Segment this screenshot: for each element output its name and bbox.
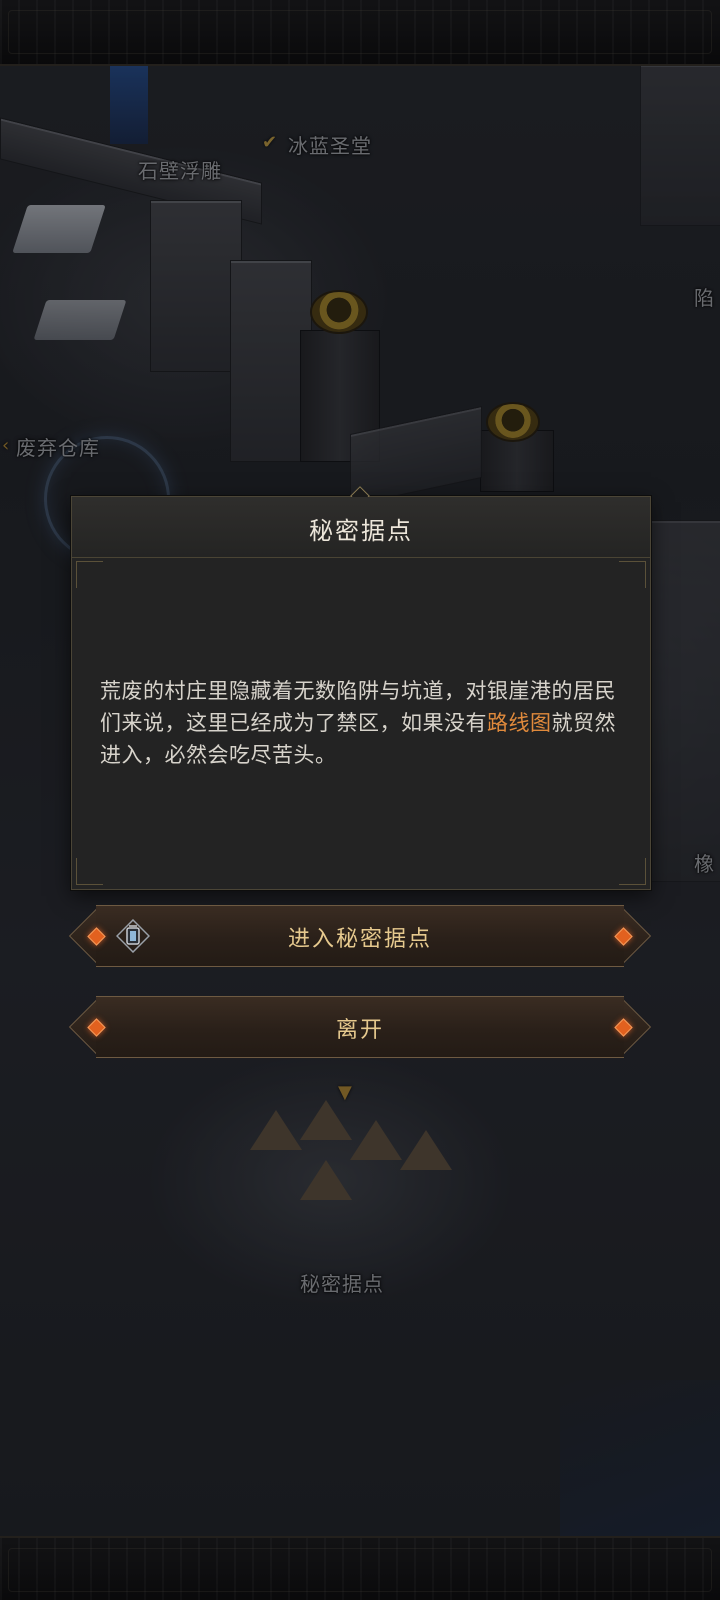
corner-ornament-icon bbox=[619, 561, 646, 588]
corner-ornament-icon bbox=[619, 858, 646, 885]
enter-button-label: 进入秘密据点 bbox=[287, 927, 432, 952]
dialog-header: 秘密据点 bbox=[72, 497, 650, 558]
dialog-title: 秘密据点 bbox=[309, 517, 413, 545]
route-map-keyword: 路线图 bbox=[487, 711, 552, 735]
location-dialog: 秘密据点 荒废的村庄里隐藏着无数陷阱与坑道，对银崖港的居民们来说，这里已经成为了… bbox=[71, 486, 651, 890]
leave-button-label: 离开 bbox=[335, 1018, 384, 1043]
dialog-description: 荒废的村庄里隐藏着无数陷阱与坑道，对银崖港的居民们来说，这里已经成为了禁区，如果… bbox=[100, 675, 626, 771]
game-screen: ✔ 冰蓝圣堂 石壁浮雕 ‹ 废弃仓库 陷 橡 ▼ 秘密据点 秘密据点 荒废的村庄… bbox=[0, 0, 720, 1600]
corner-ornament-icon bbox=[76, 561, 103, 588]
leave-button[interactable]: 离开 bbox=[68, 995, 652, 1059]
enter-stronghold-button[interactable]: 进入秘密据点 bbox=[68, 904, 652, 968]
corner-ornament-icon bbox=[76, 858, 103, 885]
